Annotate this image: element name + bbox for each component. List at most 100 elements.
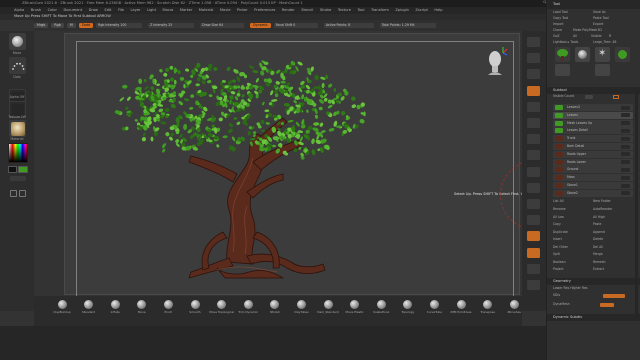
brush-button[interactable]: Move Elastic [341, 300, 369, 314]
gradient-toggle[interactable] [10, 190, 17, 197]
subtool-item[interactable]: Leaves3 [553, 104, 633, 111]
menu-color[interactable]: Color [48, 8, 57, 13]
menu-help[interactable]: Help [434, 8, 442, 13]
view-button-move[interactable] [527, 199, 540, 209]
load-tool-button[interactable]: Load Tool [553, 10, 593, 14]
subtool-action-duplicate[interactable]: Duplicate [553, 230, 568, 234]
view-button-scroll[interactable] [527, 69, 540, 80]
folder-icon[interactable] [613, 95, 619, 99]
brush-button[interactable]: Pinch [154, 300, 182, 314]
view-button-scale[interactable] [527, 215, 540, 226]
subtool-item[interactable]: Bark Detail [553, 143, 633, 150]
subtool-action-del-other[interactable]: Del Other [553, 245, 568, 249]
m-toggle[interactable]: M [66, 23, 76, 28]
tool-thumbnail-sphere[interactable] [575, 47, 590, 62]
tool-thumbnail-polymesh[interactable] [595, 64, 610, 76]
subtool-item[interactable]: Leaves Detail [553, 127, 633, 135]
lightbox-tools-button[interactable]: Lightbox ▸ Tools [553, 40, 593, 44]
brush-button[interactable]: ClayBuildup [48, 300, 76, 314]
view-button-polyf[interactable] [527, 247, 540, 258]
subtool-action-remesh[interactable]: Remesh [593, 260, 605, 264]
goz-button[interactable]: GoZ [553, 34, 573, 38]
subtool-action-extract[interactable]: Extract [593, 267, 604, 271]
secondary-color-swatch[interactable] [18, 166, 28, 173]
menu-stroke[interactable]: Stroke [320, 8, 331, 13]
menu-stencil[interactable]: Stencil [301, 8, 313, 13]
menu-zscript[interactable]: Zscript [415, 8, 427, 13]
z-intensity-slider[interactable]: Z Intensity 25 [148, 23, 195, 28]
subtool-action-all-low[interactable]: All Low [553, 215, 564, 219]
palette-scroll-bar[interactable] [635, 88, 638, 318]
brush-button[interactable]: ClayTubes [287, 300, 315, 314]
menu-layer[interactable]: Layer [130, 8, 140, 13]
subtool-action-merge[interactable]: Merge [593, 252, 603, 256]
subtool-visible-slider[interactable] [585, 95, 593, 99]
tool-thumbnail-tree[interactable] [555, 47, 570, 62]
subtool-action-project[interactable]: Project [553, 267, 564, 271]
menu-document[interactable]: Document [63, 8, 82, 13]
switch-color-toggle[interactable] [19, 190, 26, 197]
subtool-item[interactable]: Roots Lower [553, 158, 633, 166]
paste-tool-button[interactable]: Paste Tool [593, 16, 609, 20]
menu-tool[interactable]: Tool [357, 8, 364, 13]
tool-thumbnail-leaf[interactable] [615, 47, 630, 62]
visibility-eye-icon[interactable] [621, 128, 630, 133]
geometry-section-header[interactable]: Geometry [547, 278, 640, 285]
visibility-eye-icon[interactable] [621, 113, 630, 118]
visibility-eye-icon[interactable] [621, 167, 630, 172]
menu-material[interactable]: Material [199, 8, 214, 13]
main-color-swatch[interactable] [8, 166, 17, 173]
brush-button[interactable]: Trim Dynamic [234, 300, 262, 314]
color-picker[interactable] [8, 143, 28, 163]
menu-file[interactable]: File [118, 8, 124, 13]
brush-button[interactable]: Move Topological [208, 300, 236, 314]
visibility-eye-icon[interactable] [621, 152, 630, 157]
tool-thumbnail-star[interactable]: ✶ [595, 47, 610, 62]
export-button[interactable]: Export [593, 22, 603, 26]
dynamic-subdiv-header[interactable]: Dynamic Subdiv [547, 314, 640, 321]
dynamesh-toggle[interactable] [599, 303, 614, 307]
sdiv-slider-fill[interactable] [603, 294, 625, 298]
menu-brush[interactable]: Brush [31, 8, 41, 13]
subtool-action-append[interactable]: Append [593, 230, 605, 234]
view-button-rotate[interactable] [527, 231, 540, 242]
subtool-action-del-all[interactable]: Del All [593, 245, 603, 249]
subtool-action-all-high[interactable]: All High [593, 215, 605, 219]
new-folder-button[interactable]: New Folder [593, 199, 611, 203]
menu-movie[interactable]: Movie [220, 8, 231, 13]
menu-alpha[interactable]: Alpha [14, 8, 24, 13]
subtool-item[interactable]: Stone2 [553, 189, 633, 197]
visibility-eye-icon[interactable] [621, 105, 630, 110]
visibility-eye-icon[interactable] [621, 136, 630, 141]
brush-button[interactable]: Smooth [181, 300, 209, 314]
view-button-floor[interactable] [527, 150, 540, 161]
mrgb-toggle[interactable]: Mrgb [34, 23, 49, 28]
import-button[interactable]: Import [553, 22, 593, 26]
view-button-spix[interactable] [527, 53, 540, 64]
rgb-intensity-slider[interactable]: Rgb Intensity 100 [96, 23, 143, 28]
subtool-action-delete[interactable]: Delete [593, 237, 603, 241]
brush-button[interactable]: IMM Primitives [447, 300, 475, 314]
zadd-toggle[interactable]: Zadd [78, 23, 94, 28]
view-button-persp[interactable] [527, 134, 540, 145]
make-polymesh-button[interactable]: Make PolyMesh3D [573, 28, 602, 32]
swap-color-button[interactable] [10, 176, 26, 181]
brush-button[interactable]: Standard [75, 300, 103, 314]
view-button-bpr[interactable] [527, 37, 540, 47]
subtool-item[interactable]: Stone1 [553, 182, 633, 189]
tree-model[interactable] [77, 42, 515, 300]
clone-button[interactable]: Clone [553, 28, 573, 32]
menu-picker[interactable]: Picker [237, 8, 248, 13]
draw-size-slider[interactable]: Draw Size 64 [200, 23, 245, 28]
sdiv-slider[interactable]: SDiv [553, 294, 583, 297]
subtool-item[interactable]: Mesh Leaves Up [553, 119, 633, 127]
brush-button[interactable]: SnakeHook [367, 300, 395, 314]
menu-preferences[interactable]: Preferences [254, 8, 275, 13]
subtool-item[interactable]: Trunk [553, 135, 633, 143]
menu-macro[interactable]: Macro [162, 8, 173, 13]
visibility-eye-icon[interactable] [621, 183, 630, 188]
brush-button[interactable]: Dam_Standard [314, 300, 342, 314]
menu-render[interactable]: Render [282, 8, 295, 13]
brush-button[interactable]: Move [128, 300, 156, 314]
stroke-selector[interactable] [9, 57, 26, 74]
